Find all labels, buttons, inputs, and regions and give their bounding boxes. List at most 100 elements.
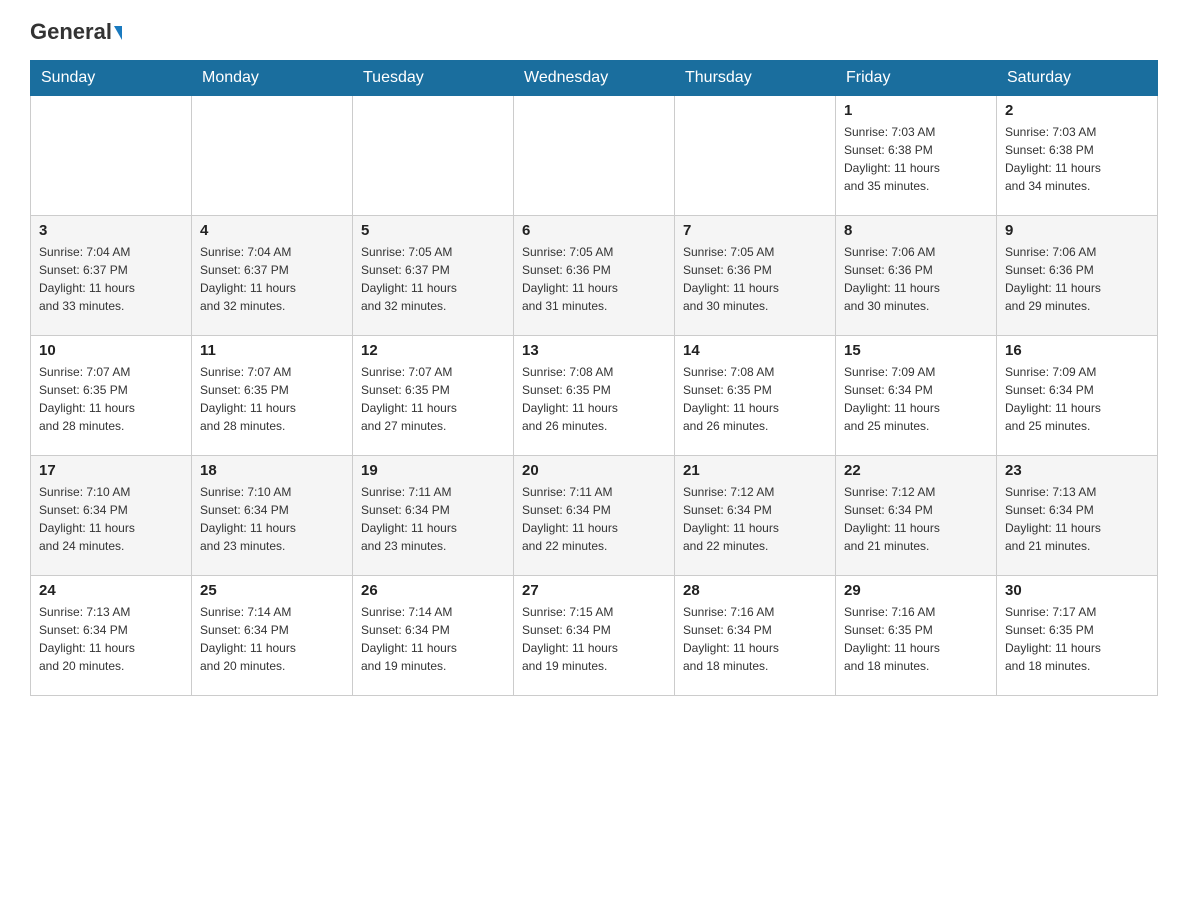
calendar-day-cell: 9 Sunrise: 7:06 AM Sunset: 6:36 PM Daylig… bbox=[997, 216, 1158, 336]
calendar-day-cell: 24 Sunrise: 7:13 AM Sunset: 6:34 PM Dayli… bbox=[31, 576, 192, 696]
day-info: Sunrise: 7:06 AM Sunset: 6:36 PM Dayligh… bbox=[844, 243, 988, 315]
calendar-day-cell: 27 Sunrise: 7:15 AM Sunset: 6:34 PM Dayli… bbox=[514, 576, 675, 696]
day-info: Sunrise: 7:16 AM Sunset: 6:34 PM Dayligh… bbox=[683, 603, 827, 675]
calendar-day-cell: 20Sunrise: 7:11 AM Sunset: 6:34 PM Dayli… bbox=[514, 456, 675, 576]
day-number: 1 bbox=[844, 102, 988, 119]
day-info: Sunrise: 7:08 AM Sunset: 6:35 PM Dayligh… bbox=[683, 363, 827, 435]
day-number: 18 bbox=[200, 462, 344, 479]
day-number: 24 bbox=[39, 582, 183, 599]
calendar-day-cell: 11 Sunrise: 7:07 AM Sunset: 6:35 PM Dayli… bbox=[192, 336, 353, 456]
calendar-day-cell: 4Sunrise: 7:04 AM Sunset: 6:37 PM Daylig… bbox=[192, 216, 353, 336]
calendar-day-cell: 22 Sunrise: 7:12 AM Sunset: 6:34 PM Dayli… bbox=[836, 456, 997, 576]
day-number: 15 bbox=[844, 342, 988, 359]
day-number: 16 bbox=[1005, 342, 1149, 359]
header-saturday: Saturday bbox=[997, 61, 1158, 96]
day-info: Sunrise: 7:08 AM Sunset: 6:35 PM Dayligh… bbox=[522, 363, 666, 435]
day-number: 9 bbox=[1005, 222, 1149, 239]
day-info: Sunrise: 7:05 AM Sunset: 6:36 PM Dayligh… bbox=[522, 243, 666, 315]
day-info: Sunrise: 7:05 AM Sunset: 6:37 PM Dayligh… bbox=[361, 243, 505, 315]
day-number: 14 bbox=[683, 342, 827, 359]
day-info: Sunrise: 7:12 AM Sunset: 6:34 PM Dayligh… bbox=[844, 483, 988, 555]
calendar-day-cell bbox=[192, 96, 353, 216]
calendar-day-cell: 26 Sunrise: 7:14 AM Sunset: 6:34 PM Dayli… bbox=[353, 576, 514, 696]
day-number: 23 bbox=[1005, 462, 1149, 479]
day-number: 20 bbox=[522, 462, 666, 479]
calendar-day-cell: 18Sunrise: 7:10 AM Sunset: 6:34 PM Dayli… bbox=[192, 456, 353, 576]
day-info: Sunrise: 7:15 AM Sunset: 6:34 PM Dayligh… bbox=[522, 603, 666, 675]
calendar-day-cell bbox=[31, 96, 192, 216]
calendar-day-cell bbox=[353, 96, 514, 216]
day-info: Sunrise: 7:13 AM Sunset: 6:34 PM Dayligh… bbox=[39, 603, 183, 675]
calendar-day-cell: 17 Sunrise: 7:10 AM Sunset: 6:34 PM Dayli… bbox=[31, 456, 192, 576]
day-number: 13 bbox=[522, 342, 666, 359]
day-info: Sunrise: 7:03 AM Sunset: 6:38 PM Dayligh… bbox=[844, 123, 988, 195]
day-number: 27 bbox=[522, 582, 666, 599]
calendar-week-row: 3Sunrise: 7:04 AM Sunset: 6:37 PM Daylig… bbox=[31, 216, 1158, 336]
day-number: 26 bbox=[361, 582, 505, 599]
calendar-table: Sunday Monday Tuesday Wednesday Thursday… bbox=[30, 60, 1158, 696]
logo: General bbox=[30, 20, 122, 44]
day-number: 17 bbox=[39, 462, 183, 479]
day-info: Sunrise: 7:13 AM Sunset: 6:34 PM Dayligh… bbox=[1005, 483, 1149, 555]
header-monday: Monday bbox=[192, 61, 353, 96]
calendar-header-row: Sunday Monday Tuesday Wednesday Thursday… bbox=[31, 61, 1158, 96]
page-header: General bbox=[30, 20, 1158, 44]
day-number: 28 bbox=[683, 582, 827, 599]
header-sunday: Sunday bbox=[31, 61, 192, 96]
day-number: 25 bbox=[200, 582, 344, 599]
calendar-day-cell bbox=[675, 96, 836, 216]
day-info: Sunrise: 7:06 AM Sunset: 6:36 PM Dayligh… bbox=[1005, 243, 1149, 315]
calendar-day-cell: 23 Sunrise: 7:13 AM Sunset: 6:34 PM Dayli… bbox=[997, 456, 1158, 576]
calendar-week-row: 1 Sunrise: 7:03 AM Sunset: 6:38 PM Daylig… bbox=[31, 96, 1158, 216]
day-number: 6 bbox=[522, 222, 666, 239]
day-number: 4 bbox=[200, 222, 344, 239]
calendar-day-cell: 3Sunrise: 7:04 AM Sunset: 6:37 PM Daylig… bbox=[31, 216, 192, 336]
day-info: Sunrise: 7:14 AM Sunset: 6:34 PM Dayligh… bbox=[200, 603, 344, 675]
header-wednesday: Wednesday bbox=[514, 61, 675, 96]
calendar-day-cell: 19 Sunrise: 7:11 AM Sunset: 6:34 PM Dayli… bbox=[353, 456, 514, 576]
calendar-day-cell: 10Sunrise: 7:07 AM Sunset: 6:35 PM Dayli… bbox=[31, 336, 192, 456]
day-number: 3 bbox=[39, 222, 183, 239]
calendar-day-cell: 21Sunrise: 7:12 AM Sunset: 6:34 PM Dayli… bbox=[675, 456, 836, 576]
calendar-day-cell: 14 Sunrise: 7:08 AM Sunset: 6:35 PM Dayli… bbox=[675, 336, 836, 456]
calendar-day-cell: 29 Sunrise: 7:16 AM Sunset: 6:35 PM Dayli… bbox=[836, 576, 997, 696]
day-info: Sunrise: 7:10 AM Sunset: 6:34 PM Dayligh… bbox=[39, 483, 183, 555]
calendar-day-cell: 6 Sunrise: 7:05 AM Sunset: 6:36 PM Daylig… bbox=[514, 216, 675, 336]
calendar-week-row: 10 Sunrise: 7:07 AM Sunset: 6:35 PM Dayli… bbox=[31, 336, 1158, 456]
calendar-day-cell: 16 Sunrise: 7:09 AM Sunset: 6:34 PM Dayli… bbox=[997, 336, 1158, 456]
day-info: Sunrise: 7:09 AM Sunset: 6:34 PM Dayligh… bbox=[844, 363, 988, 435]
calendar-day-cell: 28 Sunrise: 7:16 AM Sunset: 6:34 PM Dayli… bbox=[675, 576, 836, 696]
day-number: 2 bbox=[1005, 102, 1149, 119]
day-info: Sunrise: 7:16 AM Sunset: 6:35 PM Dayligh… bbox=[844, 603, 988, 675]
day-number: 8 bbox=[844, 222, 988, 239]
logo-triangle-icon bbox=[114, 26, 122, 40]
calendar-day-cell: 12 Sunrise: 7:07 AM Sunset: 6:35 PM Dayli… bbox=[353, 336, 514, 456]
day-number: 7 bbox=[683, 222, 827, 239]
day-number: 21 bbox=[683, 462, 827, 479]
calendar-day-cell: 8 Sunrise: 7:06 AM Sunset: 6:36 PM Daylig… bbox=[836, 216, 997, 336]
day-info: Sunrise: 7:03 AM Sunset: 6:38 PM Dayligh… bbox=[1005, 123, 1149, 195]
day-number: 12 bbox=[361, 342, 505, 359]
calendar-day-cell: 5 Sunrise: 7:05 AM Sunset: 6:37 PM Daylig… bbox=[353, 216, 514, 336]
day-number: 30 bbox=[1005, 582, 1149, 599]
calendar-day-cell: 7 Sunrise: 7:05 AM Sunset: 6:36 PM Daylig… bbox=[675, 216, 836, 336]
header-thursday: Thursday bbox=[675, 61, 836, 96]
day-info: Sunrise: 7:07 AM Sunset: 6:35 PM Dayligh… bbox=[361, 363, 505, 435]
day-number: 22 bbox=[844, 462, 988, 479]
day-info: Sunrise: 7:14 AM Sunset: 6:34 PM Dayligh… bbox=[361, 603, 505, 675]
day-number: 5 bbox=[361, 222, 505, 239]
day-number: 19 bbox=[361, 462, 505, 479]
header-friday: Friday bbox=[836, 61, 997, 96]
day-info: Sunrise: 7:05 AM Sunset: 6:36 PM Dayligh… bbox=[683, 243, 827, 315]
calendar-day-cell: 1 Sunrise: 7:03 AM Sunset: 6:38 PM Daylig… bbox=[836, 96, 997, 216]
day-info: Sunrise: 7:11 AM Sunset: 6:34 PM Dayligh… bbox=[361, 483, 505, 555]
calendar-day-cell: 25 Sunrise: 7:14 AM Sunset: 6:34 PM Dayli… bbox=[192, 576, 353, 696]
day-number: 29 bbox=[844, 582, 988, 599]
calendar-day-cell: 15 Sunrise: 7:09 AM Sunset: 6:34 PM Dayli… bbox=[836, 336, 997, 456]
day-number: 11 bbox=[200, 342, 344, 359]
calendar-day-cell: 2 Sunrise: 7:03 AM Sunset: 6:38 PM Daylig… bbox=[997, 96, 1158, 216]
calendar-week-row: 24 Sunrise: 7:13 AM Sunset: 6:34 PM Dayli… bbox=[31, 576, 1158, 696]
day-number: 10 bbox=[39, 342, 183, 359]
day-info: Sunrise: 7:09 AM Sunset: 6:34 PM Dayligh… bbox=[1005, 363, 1149, 435]
day-info: Sunrise: 7:07 AM Sunset: 6:35 PM Dayligh… bbox=[200, 363, 344, 435]
